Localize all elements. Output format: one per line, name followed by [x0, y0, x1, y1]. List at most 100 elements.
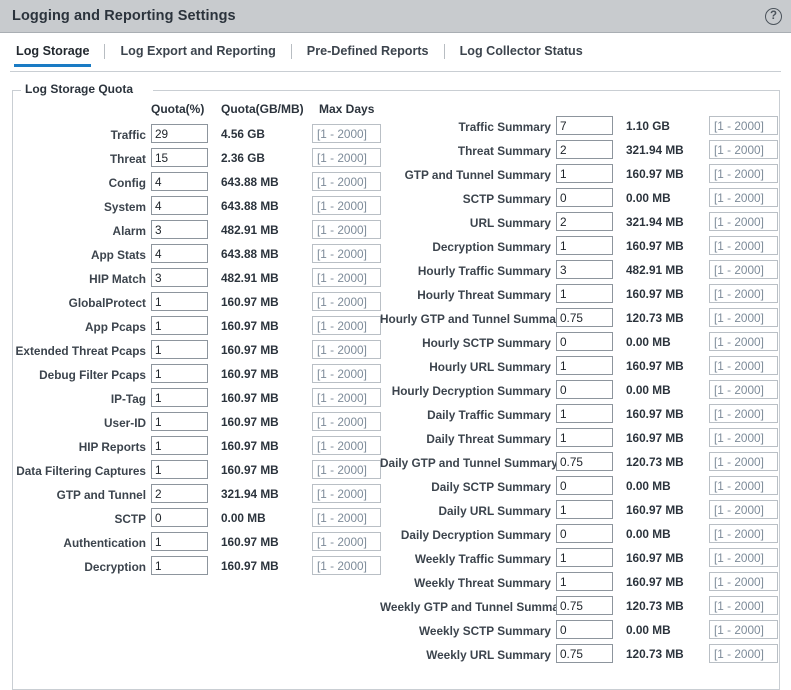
quota-row: Debug Filter Pcaps 160.97 MB — [13, 364, 383, 388]
quota-percent-input[interactable] — [151, 412, 208, 431]
max-days-input[interactable] — [312, 244, 381, 263]
quota-percent-input[interactable] — [151, 196, 208, 215]
max-days-input[interactable] — [709, 596, 778, 615]
tab-log-collector-status[interactable]: Log Collector Status — [458, 40, 585, 67]
max-days-input[interactable] — [709, 524, 778, 543]
max-days-input[interactable] — [312, 220, 381, 239]
quota-percent-input[interactable] — [556, 404, 613, 423]
quota-percent-input[interactable] — [151, 268, 208, 287]
quota-percent-input[interactable] — [151, 532, 208, 551]
max-days-input[interactable] — [312, 172, 381, 191]
max-days-input[interactable] — [312, 532, 381, 551]
max-days-input[interactable] — [709, 404, 778, 423]
quota-percent-input[interactable] — [151, 292, 208, 311]
max-days-input[interactable] — [709, 356, 778, 375]
quota-percent-input[interactable] — [556, 284, 613, 303]
max-days-input[interactable] — [312, 388, 381, 407]
max-days-input[interactable] — [312, 268, 381, 287]
quota-percent-input[interactable] — [556, 236, 613, 255]
quota-row-label: Hourly Threat Summary — [417, 288, 551, 302]
max-days-input[interactable] — [709, 500, 778, 519]
quota-percent-input[interactable] — [556, 596, 613, 615]
quota-row: Authentication 160.97 MB — [13, 532, 383, 556]
max-days-input[interactable] — [312, 460, 381, 479]
quota-row-label: Hourly SCTP Summary — [422, 336, 551, 350]
max-days-input[interactable] — [709, 308, 778, 327]
max-days-input[interactable] — [709, 572, 778, 591]
window-titlebar: Logging and Reporting Settings ? — [0, 0, 791, 33]
quota-percent-input[interactable] — [556, 356, 613, 375]
quota-percent-input[interactable] — [151, 124, 208, 143]
quota-percent-input[interactable] — [151, 316, 208, 335]
max-days-input[interactable] — [312, 436, 381, 455]
quota-percent-input[interactable] — [151, 556, 208, 575]
quota-percent-input[interactable] — [151, 508, 208, 527]
max-days-input[interactable] — [709, 476, 778, 495]
quota-percent-input[interactable] — [556, 212, 613, 231]
max-days-input[interactable] — [709, 548, 778, 567]
max-days-input[interactable] — [709, 164, 778, 183]
quota-percent-input[interactable] — [151, 436, 208, 455]
max-days-input[interactable] — [709, 452, 778, 471]
quota-percent-input[interactable] — [556, 428, 613, 447]
tab-log-export-and-reporting[interactable]: Log Export and Reporting — [118, 40, 277, 67]
quota-size-value: 160.97 MB — [221, 415, 279, 429]
max-days-input[interactable] — [709, 428, 778, 447]
quota-percent-input[interactable] — [556, 260, 613, 279]
max-days-input[interactable] — [312, 484, 381, 503]
max-days-input[interactable] — [709, 116, 778, 135]
max-days-input[interactable] — [312, 412, 381, 431]
max-days-input[interactable] — [709, 188, 778, 207]
quota-percent-input[interactable] — [556, 140, 613, 159]
max-days-input[interactable] — [709, 260, 778, 279]
quota-percent-input[interactable] — [151, 244, 208, 263]
max-days-input[interactable] — [312, 316, 381, 335]
quota-percent-input[interactable] — [556, 308, 613, 327]
tab-pre-defined-reports[interactable]: Pre-Defined Reports — [305, 40, 431, 67]
help-circle-icon[interactable]: ? — [765, 8, 782, 25]
max-days-input[interactable] — [312, 556, 381, 575]
quota-percent-input[interactable] — [556, 164, 613, 183]
quota-percent-input[interactable] — [556, 188, 613, 207]
quota-row-label: Extended Threat Pcaps — [15, 344, 146, 358]
max-days-input[interactable] — [312, 196, 381, 215]
max-days-input[interactable] — [709, 140, 778, 159]
quota-percent-input[interactable] — [151, 220, 208, 239]
max-days-input[interactable] — [312, 340, 381, 359]
max-days-input[interactable] — [709, 236, 778, 255]
max-days-input[interactable] — [709, 380, 778, 399]
quota-row-label: HIP Reports — [78, 440, 146, 454]
quota-percent-input[interactable] — [556, 116, 613, 135]
max-days-input[interactable] — [709, 284, 778, 303]
quota-percent-input[interactable] — [151, 388, 208, 407]
quota-percent-input[interactable] — [556, 380, 613, 399]
quota-percent-input[interactable] — [151, 148, 208, 167]
tab-log-storage[interactable]: Log Storage — [14, 40, 92, 67]
quota-percent-input[interactable] — [556, 332, 613, 351]
quota-percent-input[interactable] — [556, 572, 613, 591]
quota-percent-input[interactable] — [556, 644, 613, 663]
max-days-input[interactable] — [709, 332, 778, 351]
max-days-input[interactable] — [312, 148, 381, 167]
tab-list: Log Storage Log Export and Reporting Pre… — [14, 40, 585, 67]
max-days-input[interactable] — [312, 124, 381, 143]
quota-percent-input[interactable] — [556, 620, 613, 639]
quota-percent-input[interactable] — [151, 340, 208, 359]
quota-percent-input[interactable] — [151, 364, 208, 383]
max-days-input[interactable] — [709, 212, 778, 231]
quota-percent-input[interactable] — [151, 460, 208, 479]
quota-percent-input[interactable] — [556, 548, 613, 567]
quota-size-value: 120.73 MB — [626, 647, 684, 661]
max-days-input[interactable] — [312, 364, 381, 383]
quota-percent-input[interactable] — [151, 172, 208, 191]
quota-size-value: 321.94 MB — [221, 487, 279, 501]
max-days-input[interactable] — [312, 292, 381, 311]
quota-percent-input[interactable] — [556, 476, 613, 495]
quota-percent-input[interactable] — [151, 484, 208, 503]
quota-percent-input[interactable] — [556, 452, 613, 471]
max-days-input[interactable] — [709, 620, 778, 639]
max-days-input[interactable] — [709, 644, 778, 663]
quota-percent-input[interactable] — [556, 524, 613, 543]
max-days-input[interactable] — [312, 508, 381, 527]
quota-percent-input[interactable] — [556, 500, 613, 519]
